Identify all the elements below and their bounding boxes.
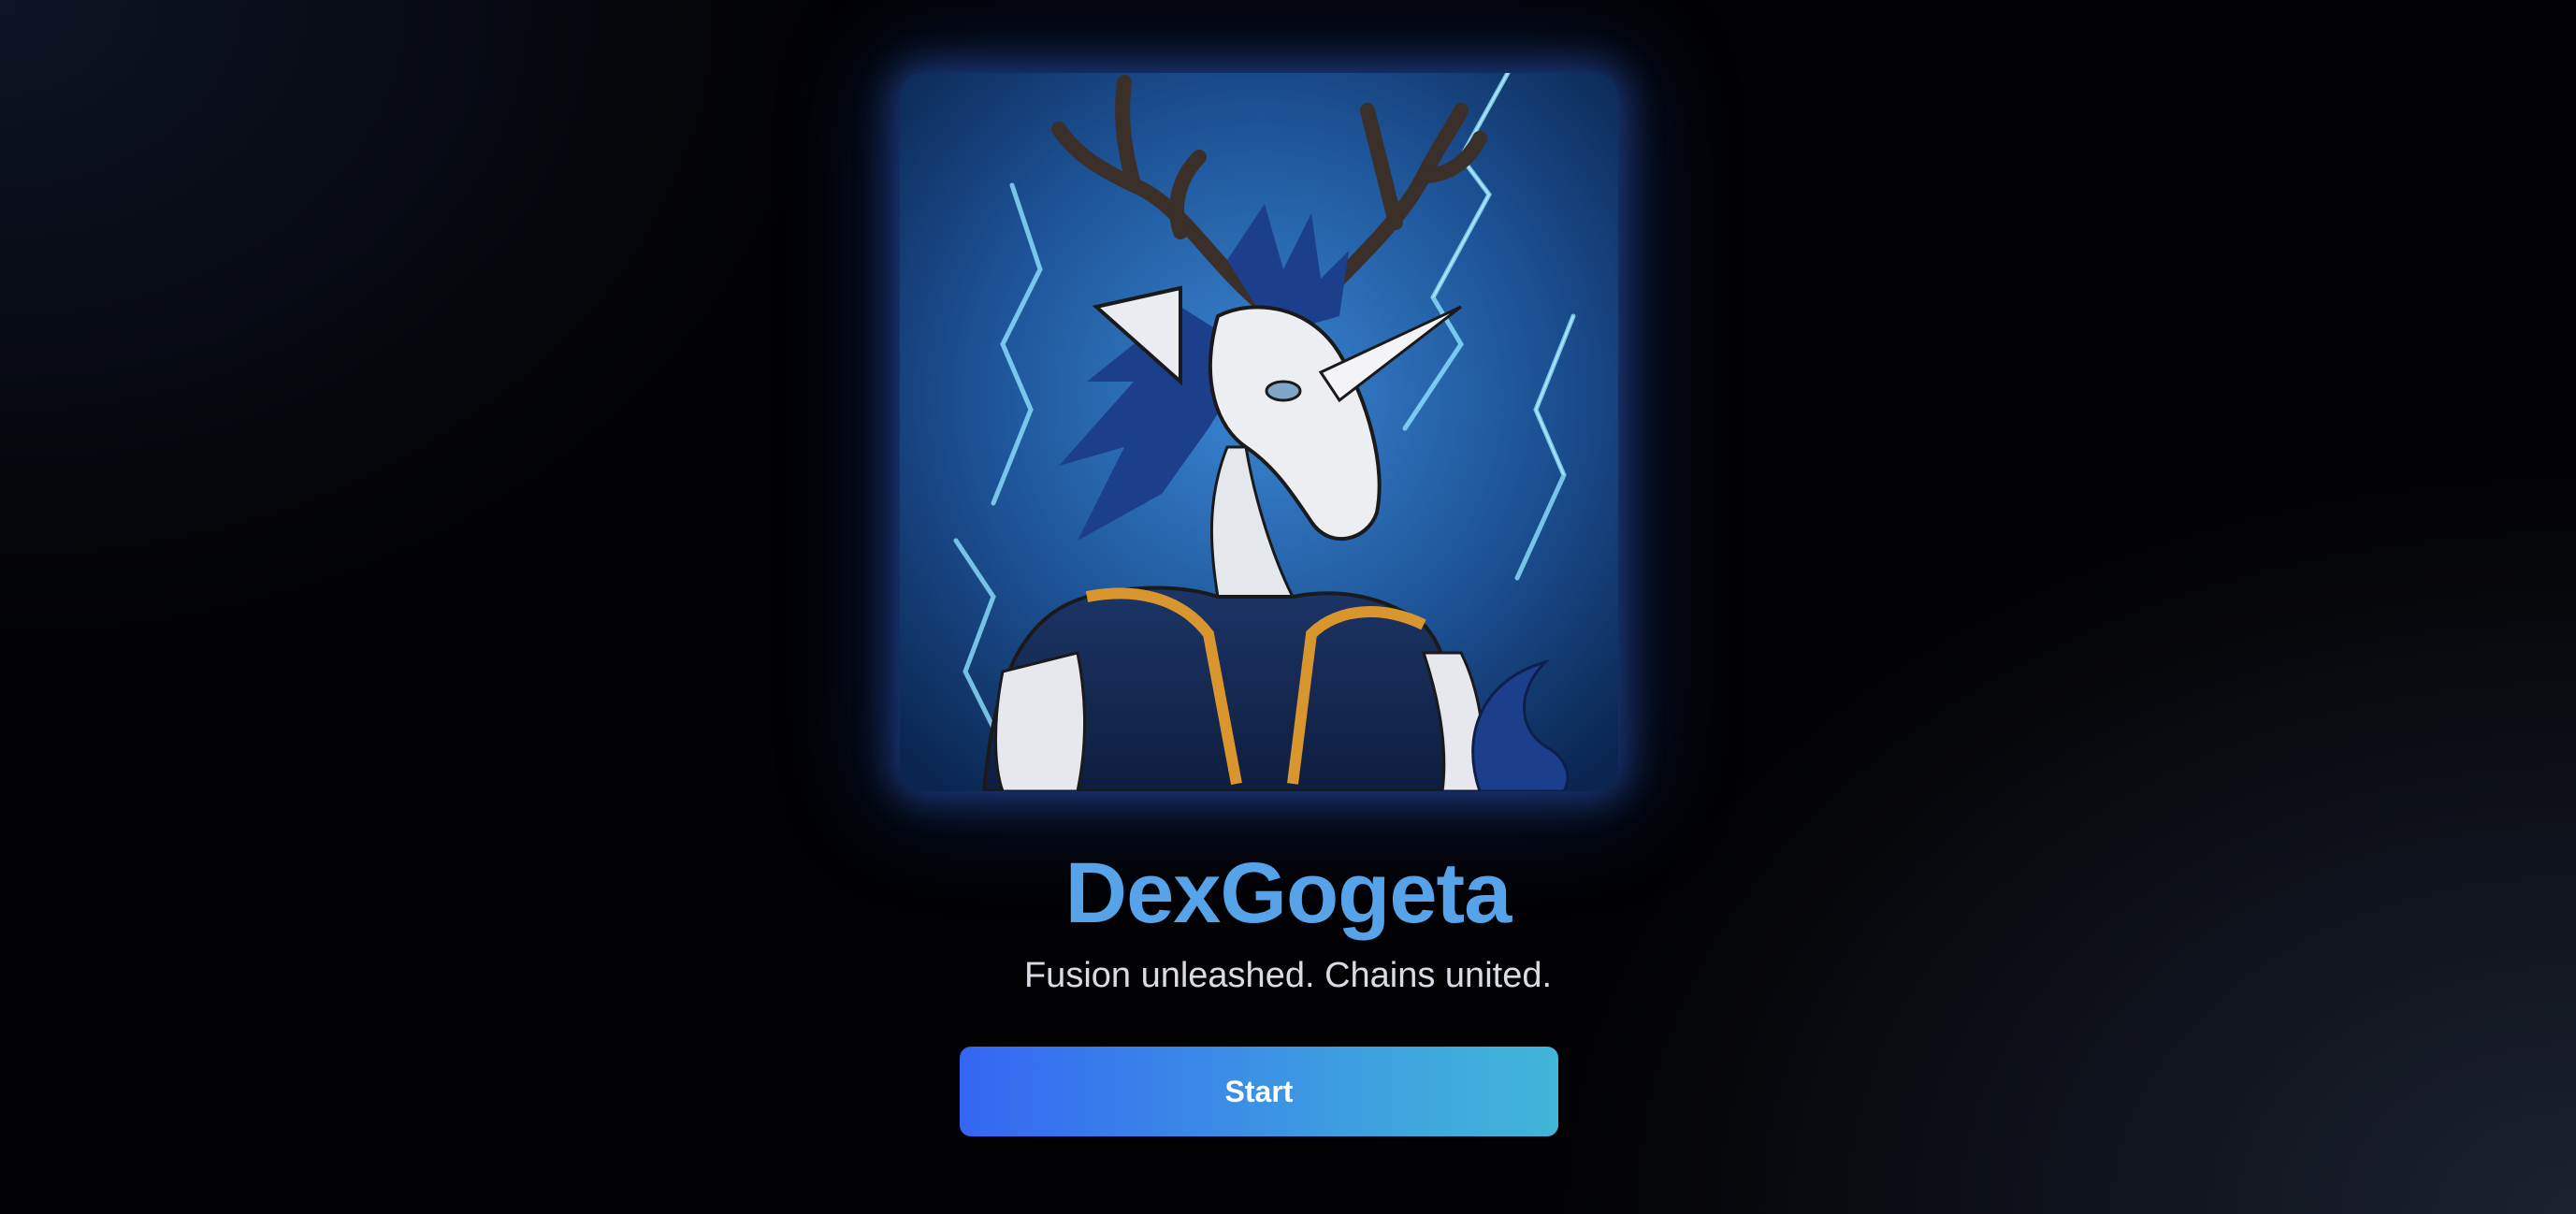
app-title: DexGogeta [1064, 845, 1512, 941]
unicorn-warrior-illustration [900, 73, 1618, 791]
start-button[interactable]: Start [960, 1047, 1558, 1136]
splash-screen: DexGogeta Fusion unleashed. Chains unite… [0, 0, 2576, 1214]
hero-image [900, 73, 1618, 791]
tagline: Fusion unleashed. Chains united. [1023, 956, 1553, 995]
